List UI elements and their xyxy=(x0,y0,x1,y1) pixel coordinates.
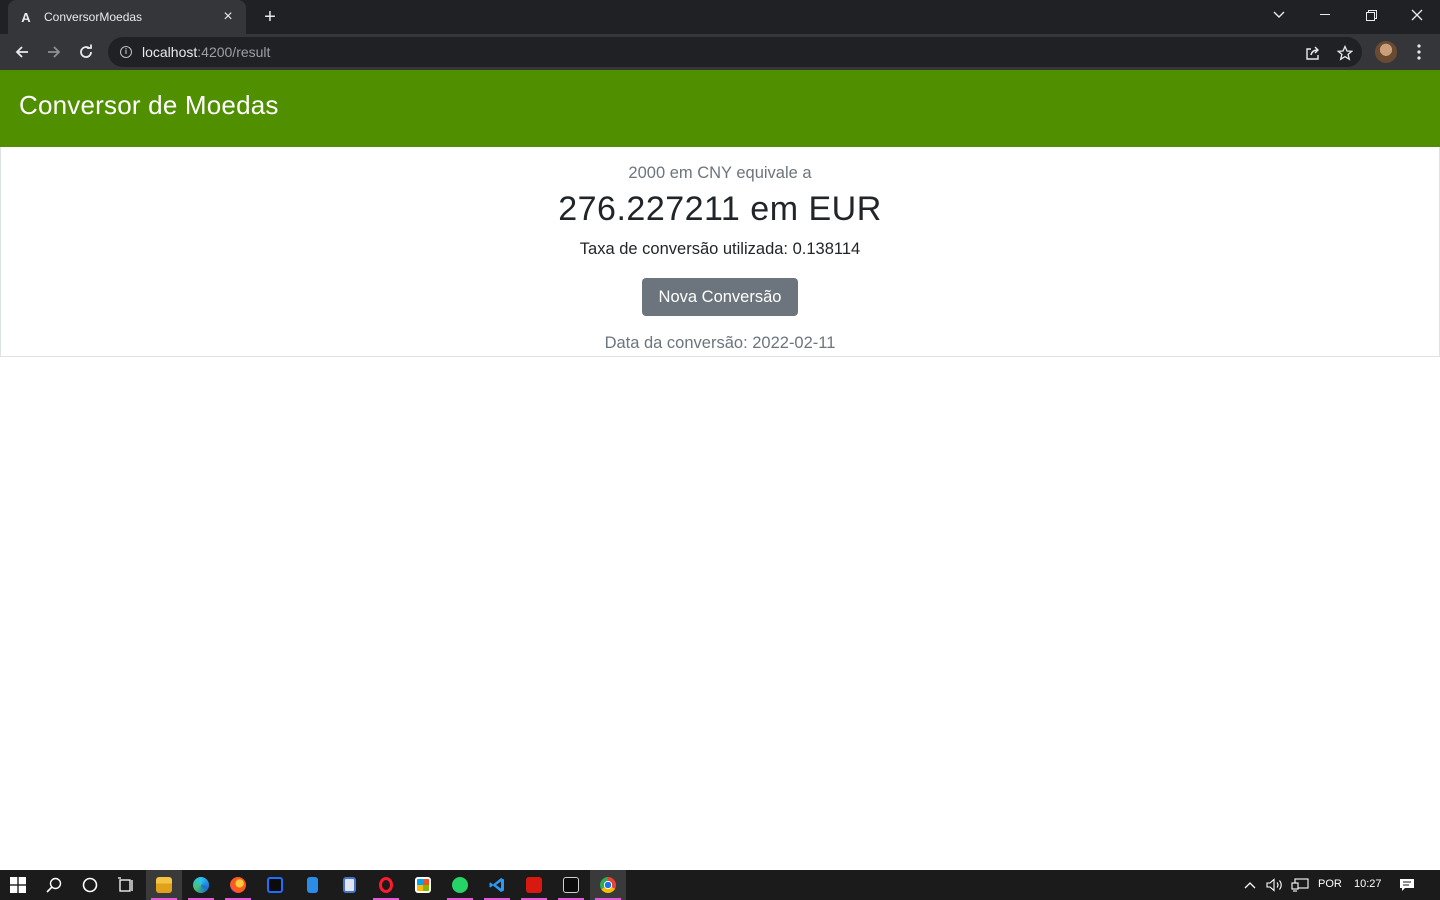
language-indicator[interactable]: POR xyxy=(1318,878,1342,890)
start-icon[interactable] xyxy=(0,870,36,900)
opera-icon[interactable] xyxy=(368,870,404,900)
notepad-icon[interactable] xyxy=(294,870,330,900)
notifications-icon[interactable] xyxy=(1392,870,1422,900)
search-icon[interactable] xyxy=(36,870,72,900)
conversion-date: Data da conversão: 2022-02-11 xyxy=(604,334,836,352)
share-icon[interactable] xyxy=(1305,45,1321,61)
new-tab-button[interactable]: + xyxy=(259,6,281,28)
info-icon[interactable]: i xyxy=(120,46,132,58)
task-view-icon[interactable] xyxy=(108,870,144,900)
new-conversion-button[interactable]: Nova Conversão xyxy=(642,278,798,316)
network-icon[interactable] xyxy=(1288,870,1312,900)
chrome-icon[interactable] xyxy=(590,870,626,900)
tab-search-icon[interactable] xyxy=(1256,0,1302,30)
minimize-button[interactable] xyxy=(1302,0,1348,30)
taskbar-clock[interactable]: 10:27 xyxy=(1354,878,1382,890)
forward-button[interactable] xyxy=(40,38,68,66)
firefox-icon[interactable] xyxy=(220,870,256,900)
browser-toolbar: i localhost:4200/result xyxy=(0,34,1440,70)
edge-icon[interactable] xyxy=(183,870,219,900)
restore-button[interactable] xyxy=(1348,0,1394,30)
back-button[interactable] xyxy=(8,38,36,66)
intellij-icon[interactable] xyxy=(257,870,293,900)
conversion-subtitle: 2000 em CNY equivale a xyxy=(628,164,812,182)
conversion-result: 276.227211 em EUR xyxy=(558,190,882,228)
whatsapp-icon[interactable] xyxy=(442,870,478,900)
profile-avatar[interactable] xyxy=(1375,41,1397,63)
browser-tabstrip: A ConversorMoedas × + xyxy=(0,0,1440,34)
url-host: localhost xyxy=(142,44,198,60)
cortana-icon[interactable] xyxy=(72,870,108,900)
acrobat-icon[interactable] xyxy=(516,870,552,900)
tray-chevron-icon[interactable] xyxy=(1240,870,1260,900)
conversion-rate: Taxa de conversão utilizada: 0.138114 xyxy=(579,240,861,258)
url-path: :4200/result xyxy=(197,44,271,60)
file-explorer-icon[interactable] xyxy=(146,870,182,900)
store-icon[interactable] xyxy=(405,870,441,900)
browser-tab[interactable]: A ConversorMoedas × xyxy=(8,0,246,34)
reload-button[interactable] xyxy=(72,38,100,66)
bookmark-star-icon[interactable] xyxy=(1336,44,1354,61)
windows-taskbar xyxy=(0,870,1440,900)
document-icon[interactable] xyxy=(331,870,367,900)
volume-icon[interactable] xyxy=(1264,870,1286,900)
vscode-icon[interactable] xyxy=(479,870,515,900)
tab-close-icon[interactable]: × xyxy=(220,9,236,25)
app-title: Conversor de Moedas xyxy=(19,90,279,120)
terminal-icon[interactable] xyxy=(553,870,589,900)
address-bar[interactable]: i localhost:4200/result xyxy=(108,37,1362,67)
tab-title: ConversorMoedas xyxy=(44,10,143,24)
close-window-button[interactable] xyxy=(1394,0,1440,30)
browser-menu-icon[interactable] xyxy=(1412,43,1426,61)
angular-icon: A xyxy=(21,9,31,25)
